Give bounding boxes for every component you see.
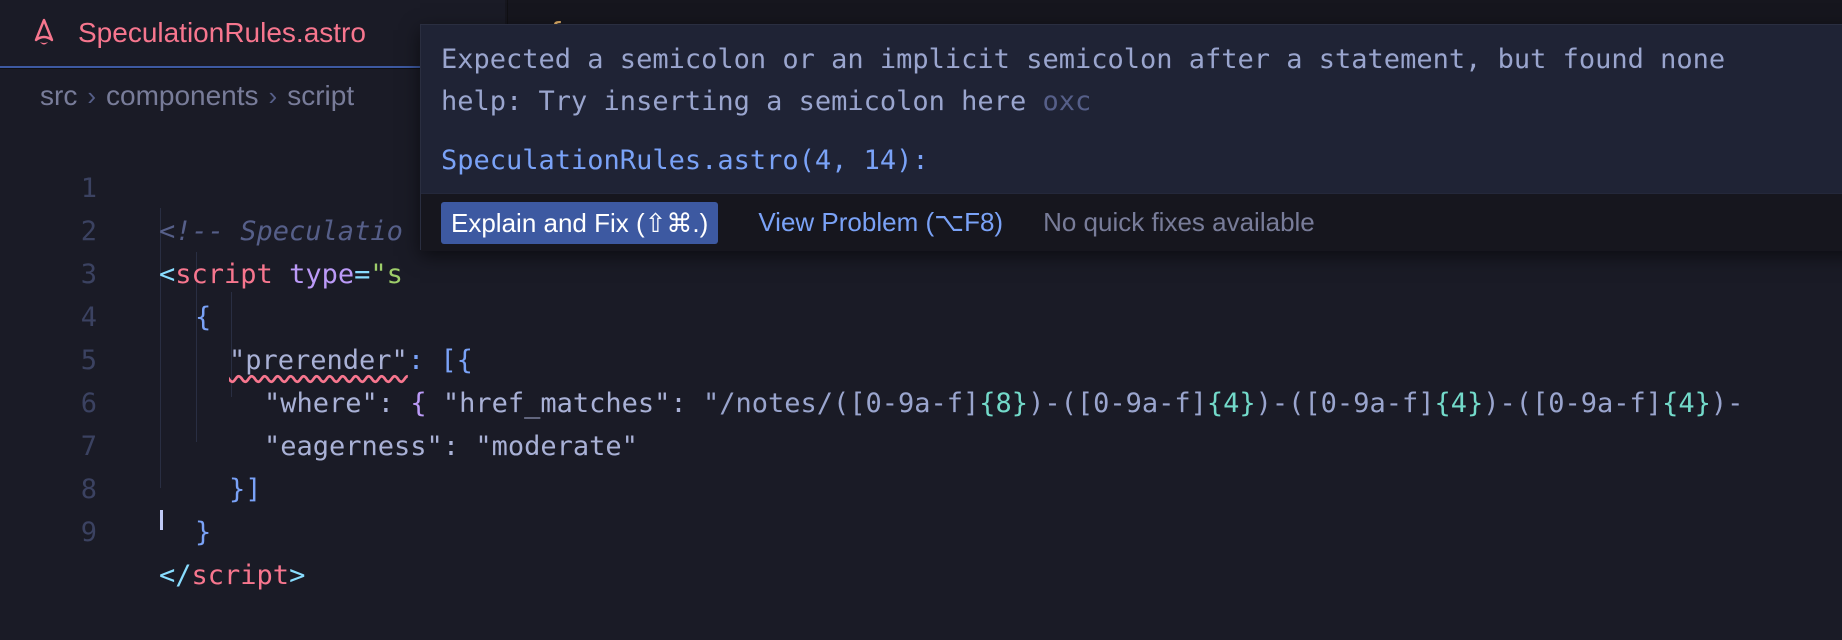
breadcrumb-script[interactable]: script [287,80,354,112]
diagnostic-message-line1: Expected a semicolon or an implicit semi… [441,44,1726,75]
tab-label: SpeculationRules.astro [78,17,366,48]
hover-actions: Explain and Fix (⇧⌘.) View Problem (⌥F8)… [421,193,1842,251]
breadcrumb-src[interactable]: src [40,80,77,112]
diagnostic-source: oxc [1042,86,1092,117]
diagnostic-location-link[interactable]: SpeculationRules.astro(4, 14): [441,145,929,176]
code-line: 5 "where": { "href_matches": "/notes/([0… [0,296,1842,419]
code-line: 8 } [0,425,1842,548]
chevron-right-icon: › [87,80,96,111]
text-cursor [160,510,163,530]
token: script [191,560,290,591]
code-line: 4 "prerender": [{ [0,253,1842,376]
explain-and-fix-button[interactable]: Explain and Fix (⇧⌘.) [441,201,719,244]
view-problem-link[interactable]: View Problem (⌥F8) [758,207,1003,238]
breadcrumb-components[interactable]: components [106,80,259,112]
diagnostic-hover-popup: Expected a semicolon or an implicit semi… [420,24,1842,251]
no-quick-fixes-label: No quick fixes available [1043,207,1315,237]
diagnostic-message-line2: help: Try inserting a semicolon here [441,86,1027,117]
code-line: 7 }] [0,382,1842,505]
code-line: 6 "eagerness": "moderate" [0,339,1842,462]
code-line: 9 </script> [0,468,1842,591]
token: </ [159,560,192,591]
line-number: 9 [80,517,97,548]
diagnostic-message: Expected a semicolon or an implicit semi… [441,39,1725,123]
token: > [289,560,306,591]
astro-icon [26,15,62,51]
chevron-right-icon: › [268,80,278,111]
